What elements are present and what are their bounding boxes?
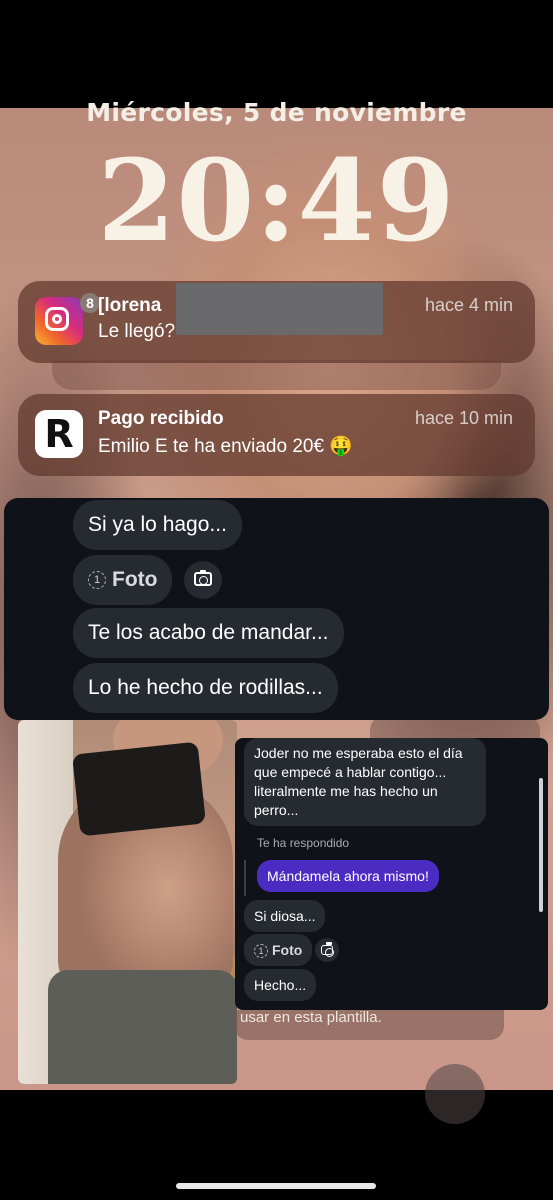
revolut-icon: R: [35, 410, 83, 458]
view-once-icon: 1: [254, 944, 268, 959]
lockscreen-clock: 20:49: [97, 136, 456, 267]
notification-time: hace 4 min: [424, 295, 513, 315]
camera-button[interactable]: [184, 561, 222, 599]
notification-title: Pago recibido: [98, 408, 224, 429]
message-bubble: Hecho...: [244, 969, 317, 1001]
notification-badge: 8: [80, 293, 100, 313]
reply-indicator: [244, 860, 246, 896]
notification-stack-edge: [52, 360, 501, 390]
scrollbar[interactable]: [539, 778, 543, 912]
instagram-icon: [35, 297, 83, 345]
lockscreen-date: Miércoles, 5 de noviembre: [86, 98, 467, 127]
camera-button[interactable]: [315, 938, 339, 962]
message-bubble: Joder no me esperaba esto el día que emp…: [244, 738, 486, 826]
message-bubble-purple: Mándamela ahora mismo!: [257, 860, 439, 892]
chat-screenshot-top: Si ya lo hago... 1 Foto Te los acabo de m…: [4, 498, 549, 720]
photo-message[interactable]: 1 Foto: [73, 555, 173, 605]
redaction-box: [176, 283, 383, 335]
reply-header: Te ha respondido: [257, 836, 350, 850]
home-indicator[interactable]: [176, 1183, 376, 1189]
message-bubble: Lo he hecho de rodillas...: [73, 663, 338, 713]
camera-shortcut-button[interactable]: [425, 1064, 485, 1124]
chat-screenshot-bottom: Joder no me esperaba esto el día que emp…: [235, 738, 548, 1010]
background-text: usar en esta plantilla.: [234, 1010, 504, 1040]
message-bubble: Si ya lo hago...: [73, 500, 242, 550]
notification-body: Emilio E te ha enviado 20€ 🤑: [98, 436, 353, 457]
shared-photo: [18, 720, 237, 1084]
camera-icon: [194, 570, 212, 586]
notification-time: hace 10 min: [414, 408, 513, 428]
notification-body: Le llegó?: [98, 321, 176, 342]
photo-message[interactable]: 1 Foto: [244, 934, 313, 966]
camera-icon: [321, 942, 334, 957]
view-once-icon: 1: [88, 571, 106, 590]
notification-revolut[interactable]: R Pago recibido Emilio E te ha enviado 2…: [18, 394, 535, 476]
notification-title: [lorena: [98, 295, 162, 316]
message-bubble: Si diosa...: [244, 900, 326, 932]
message-bubble: Te los acabo de mandar...: [73, 608, 344, 658]
